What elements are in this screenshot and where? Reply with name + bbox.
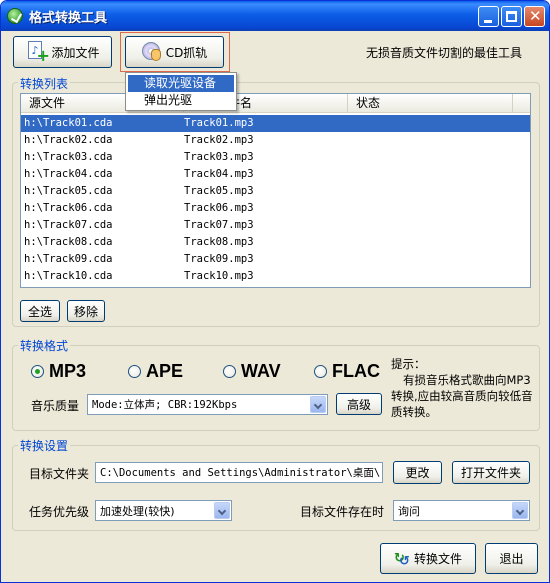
table-row[interactable]: h:\Track05.cda Track05.mp3 — [21, 183, 530, 200]
format-hint: 提示： 有损音乐格式歌曲向MP3转换,应由较高音质向较低音质转换。 — [391, 356, 536, 420]
table-cell-source: h:\Track08.cda — [24, 236, 113, 248]
table-cell-target: Track01.mp3 — [184, 117, 254, 129]
format-option-wav[interactable]: WAV — [223, 361, 281, 381]
maximize-button[interactable] — [501, 6, 522, 27]
format-option-ape[interactable]: APE — [128, 361, 183, 381]
table-cell-source: h:\Track07.cda — [24, 219, 113, 231]
priority-value: 加速处理(较快) — [100, 505, 175, 518]
table-row[interactable]: h:\Track01.cda Track01.mp3 — [21, 115, 530, 132]
table-cell-source: h:\Track09.cda — [24, 253, 113, 265]
radio-icon — [314, 364, 327, 378]
hint-title: 提示： — [391, 357, 426, 371]
table-cell-source: h:\Track06.cda — [24, 202, 113, 214]
table-row[interactable]: h:\Track08.cda Track08.mp3 — [21, 234, 530, 251]
table-row[interactable]: h:\Track04.cda Track04.mp3 — [21, 166, 530, 183]
cd-rip-button[interactable]: CD抓轨 — [125, 36, 224, 68]
table-row[interactable]: h:\Track02.cda Track02.mp3 — [21, 132, 530, 149]
add-file-icon: ♪ + — [25, 41, 50, 64]
add-file-button[interactable]: ♪ + 添加文件 — [13, 36, 112, 68]
file-list-header: 源文件 目标文件名 状态 — [21, 94, 530, 113]
table-cell-target: Track04.mp3 — [184, 168, 254, 180]
hint-body: 有损音乐格式歌曲向MP3转换,应由较高音质向较低音质转换。 — [391, 373, 533, 419]
target-folder-label: 目标文件夹 — [29, 467, 90, 481]
table-cell-source: h:\Track02.cda — [24, 134, 113, 146]
format-group-label: 转换格式 — [18, 337, 71, 354]
format-option-label: FLAC — [332, 360, 380, 381]
file-exists-label: 目标文件存在时 — [300, 505, 385, 519]
minimize-icon — [484, 20, 492, 23]
slogan-text: 无损音质文件切割的最佳工具 — [366, 46, 523, 60]
table-cell-target: Track02.mp3 — [184, 134, 254, 146]
change-folder-button[interactable]: 更改 — [393, 461, 442, 484]
app-window: 格式转换工具 ✕ ♪ + 添加文件 CD抓轨 无损音质文件切割的最佳工具 转换列表… — [0, 0, 550, 583]
format-option-flac[interactable]: FLAC — [314, 361, 380, 381]
convert-icon: ↻ ↺ — [393, 550, 410, 569]
priority-select[interactable]: 加速处理(较快) — [95, 500, 232, 521]
add-file-label: 添加文件 — [51, 45, 100, 60]
table-cell-target: Track07.mp3 — [184, 219, 254, 231]
quality-select[interactable]: Mode:立体声; CBR:192Kbps — [87, 394, 328, 415]
settings-group-label: 转换设置 — [18, 437, 71, 454]
table-cell-target: Track05.mp3 — [184, 185, 254, 197]
table-row[interactable]: h:\Track10.cda Track10.mp3 — [21, 268, 530, 285]
format-option-mp3[interactable]: MP3 — [31, 361, 86, 381]
menu-item-read-drive[interactable]: 读取光驱设备 — [128, 75, 234, 92]
remove-button[interactable]: 移除 — [67, 300, 105, 322]
open-folder-button[interactable]: 打开文件夹 — [452, 461, 530, 484]
cd-icon — [141, 41, 164, 63]
table-cell-target: Track08.mp3 — [184, 236, 254, 248]
table-cell-target: Track09.mp3 — [184, 253, 254, 265]
table-cell-source: h:\Track03.cda — [24, 151, 113, 163]
target-folder-value: C:\Documents and Settings\Administrator\… — [100, 467, 381, 479]
chevron-down-icon[interactable] — [214, 502, 230, 519]
file-exists-value: 询问 — [398, 505, 420, 518]
exit-button[interactable]: 退出 — [485, 543, 538, 574]
table-cell-source: h:\Track04.cda — [24, 168, 113, 180]
file-exists-select[interactable]: 询问 — [393, 500, 530, 521]
cd-rip-menu: 读取光驱设备 弹出光驱 — [125, 72, 237, 111]
maximize-icon — [506, 11, 517, 22]
table-row[interactable]: h:\Track07.cda Track07.mp3 — [21, 217, 530, 234]
convert-button[interactable]: ↻ ↺ 转换文件 — [380, 543, 476, 574]
convert-list-group-label: 转换列表 — [18, 75, 71, 92]
table-cell-source: h:\Track01.cda — [24, 117, 113, 129]
menu-item-eject-drive[interactable]: 弹出光驱 — [128, 92, 234, 109]
cd-rip-label: CD抓轨 — [165, 45, 208, 60]
chevron-down-icon[interactable] — [512, 502, 528, 519]
table-cell-source: h:\Track10.cda — [24, 270, 113, 282]
close-button[interactable]: ✕ — [524, 6, 545, 27]
radio-icon — [128, 364, 141, 378]
chevron-down-icon[interactable] — [310, 396, 326, 413]
title-bar[interactable]: 格式转换工具 ✕ — [1, 1, 549, 31]
format-option-label: WAV — [241, 360, 281, 381]
table-row[interactable]: h:\Track06.cda Track06.mp3 — [21, 200, 530, 217]
select-all-button[interactable]: 全选 — [20, 300, 60, 322]
table-row[interactable]: h:\Track09.cda Track09.mp3 — [21, 251, 530, 268]
table-cell-target: Track06.mp3 — [184, 202, 254, 214]
format-option-label: APE — [146, 360, 184, 381]
minimize-button[interactable] — [478, 6, 499, 27]
radio-icon — [31, 364, 44, 378]
table-cell-target: Track03.mp3 — [184, 151, 254, 163]
app-logo-icon — [7, 8, 23, 24]
table-cell-target: Track10.mp3 — [184, 270, 254, 282]
column-header-status[interactable]: 状态 — [348, 94, 513, 112]
format-option-label: MP3 — [49, 360, 87, 381]
target-folder-field[interactable]: C:\Documents and Settings\Administrator\… — [95, 462, 383, 483]
quality-label: 音乐质量 — [31, 399, 80, 413]
radio-icon — [223, 364, 236, 378]
table-row[interactable]: h:\Track03.cda Track03.mp3 — [21, 149, 530, 166]
file-list[interactable]: 源文件 目标文件名 状态 h:\Track01.cdaTrack01.mp3h:… — [20, 93, 531, 288]
priority-label: 任务优先级 — [29, 505, 90, 519]
close-icon: ✕ — [529, 7, 542, 25]
advanced-button[interactable]: 高级 — [336, 393, 382, 415]
window-title: 格式转换工具 — [29, 11, 108, 26]
convert-button-label: 转换文件 — [413, 552, 462, 566]
table-cell-source: h:\Track05.cda — [24, 185, 113, 197]
quality-value: Mode:立体声; CBR:192Kbps — [92, 399, 238, 411]
